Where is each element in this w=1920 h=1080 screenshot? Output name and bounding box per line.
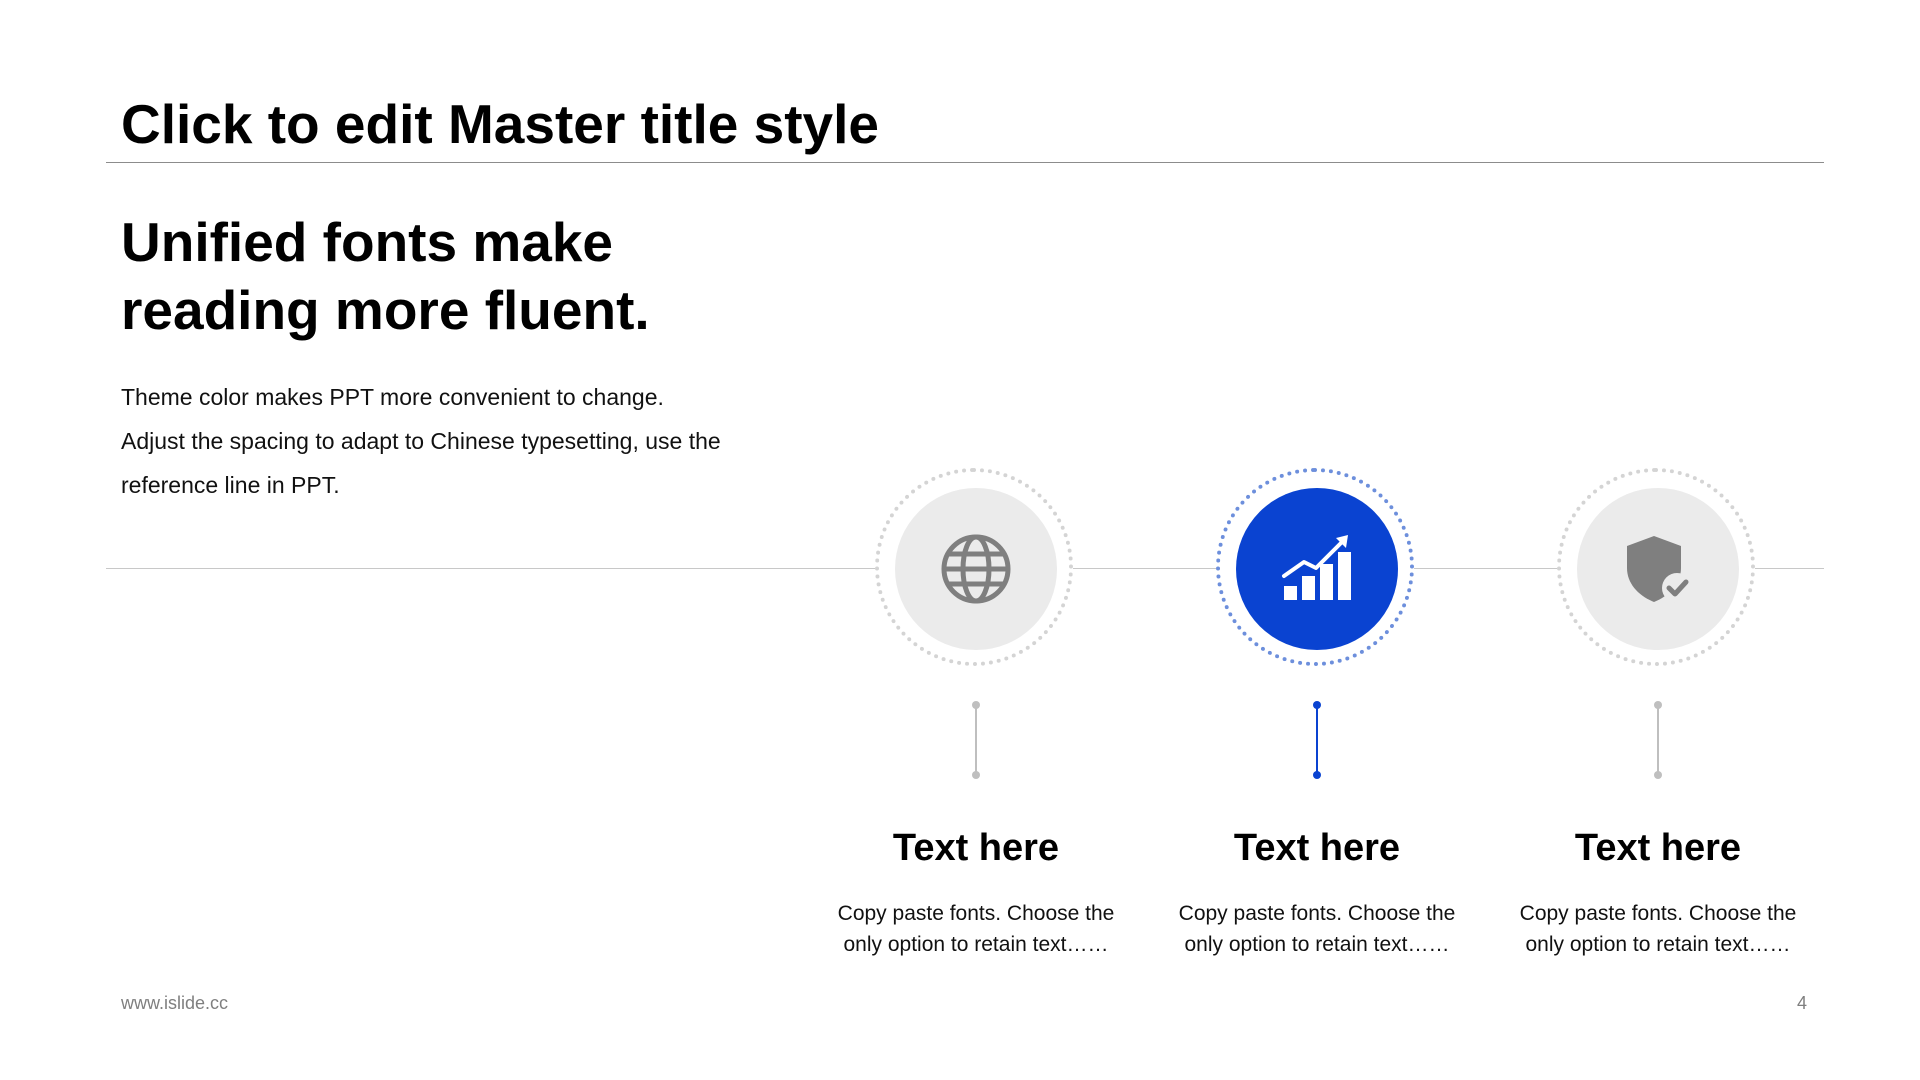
- body-text[interactable]: Theme color makes PPT more convenient to…: [121, 375, 841, 507]
- shield-check-icon: [1627, 536, 1692, 603]
- step-1-description[interactable]: Copy paste fonts. Choose the only option…: [816, 898, 1136, 960]
- step-1-connector-line: [975, 705, 977, 775]
- body-line-1: Theme color makes PPT more convenient to…: [121, 384, 664, 410]
- step-3-desc-line-1: Copy paste fonts. Choose the: [1519, 902, 1797, 925]
- step-1-desc-line-1: Copy paste fonts. Choose the: [837, 902, 1115, 925]
- body-line-2: Adjust the spacing to adapt to Chinese t…: [121, 428, 721, 454]
- headline-line-1: Unified fonts make: [121, 211, 614, 273]
- growth-chart-icon: [1282, 535, 1351, 600]
- title-divider: [106, 162, 1824, 163]
- footer-website: www.islide.cc: [121, 993, 229, 1013]
- step-3-desc-line-2: only option to retain text……: [1525, 933, 1791, 956]
- step-1-connector-bottom-dot: [972, 771, 980, 779]
- step-2-connector-line: [1316, 705, 1318, 775]
- headline-line-2: reading more fluent.: [121, 279, 650, 341]
- body-line-3: reference line in PPT.: [121, 472, 340, 498]
- step-2-description[interactable]: Copy paste fonts. Choose the only option…: [1157, 898, 1477, 960]
- step-3-title[interactable]: Text here: [1498, 826, 1818, 870]
- step-3: Text here Copy paste fonts. Choose the o…: [1498, 468, 1818, 968]
- slide-title[interactable]: Click to edit Master title style: [121, 88, 879, 160]
- slide: Click to edit Master title style Unified…: [0, 0, 1920, 1080]
- headline[interactable]: Unified fonts make reading more fluent.: [121, 208, 821, 344]
- step-1-desc-line-2: only option to retain text……: [843, 933, 1109, 956]
- step-2-connector-bottom-dot: [1313, 771, 1321, 779]
- page-number: 4: [1796, 993, 1807, 1013]
- step-3-description[interactable]: Copy paste fonts. Choose the only option…: [1498, 898, 1818, 960]
- step-1-title[interactable]: Text here: [816, 826, 1136, 870]
- step-1: Text here Copy paste fonts. Choose the o…: [816, 468, 1136, 968]
- step-2: Text here Copy paste fonts. Choose the o…: [1157, 468, 1477, 968]
- step-1-disc[interactable]: [895, 488, 1057, 650]
- step-2-title[interactable]: Text here: [1157, 826, 1477, 870]
- step-3-connector-line: [1657, 705, 1659, 775]
- step-2-desc-line-2: only option to retain text……: [1184, 933, 1450, 956]
- globe-icon: [941, 534, 1011, 604]
- step-2-desc-line-1: Copy paste fonts. Choose the: [1178, 902, 1456, 925]
- step-3-disc[interactable]: [1577, 488, 1739, 650]
- step-3-connector-bottom-dot: [1654, 771, 1662, 779]
- step-2-disc[interactable]: [1236, 488, 1398, 650]
